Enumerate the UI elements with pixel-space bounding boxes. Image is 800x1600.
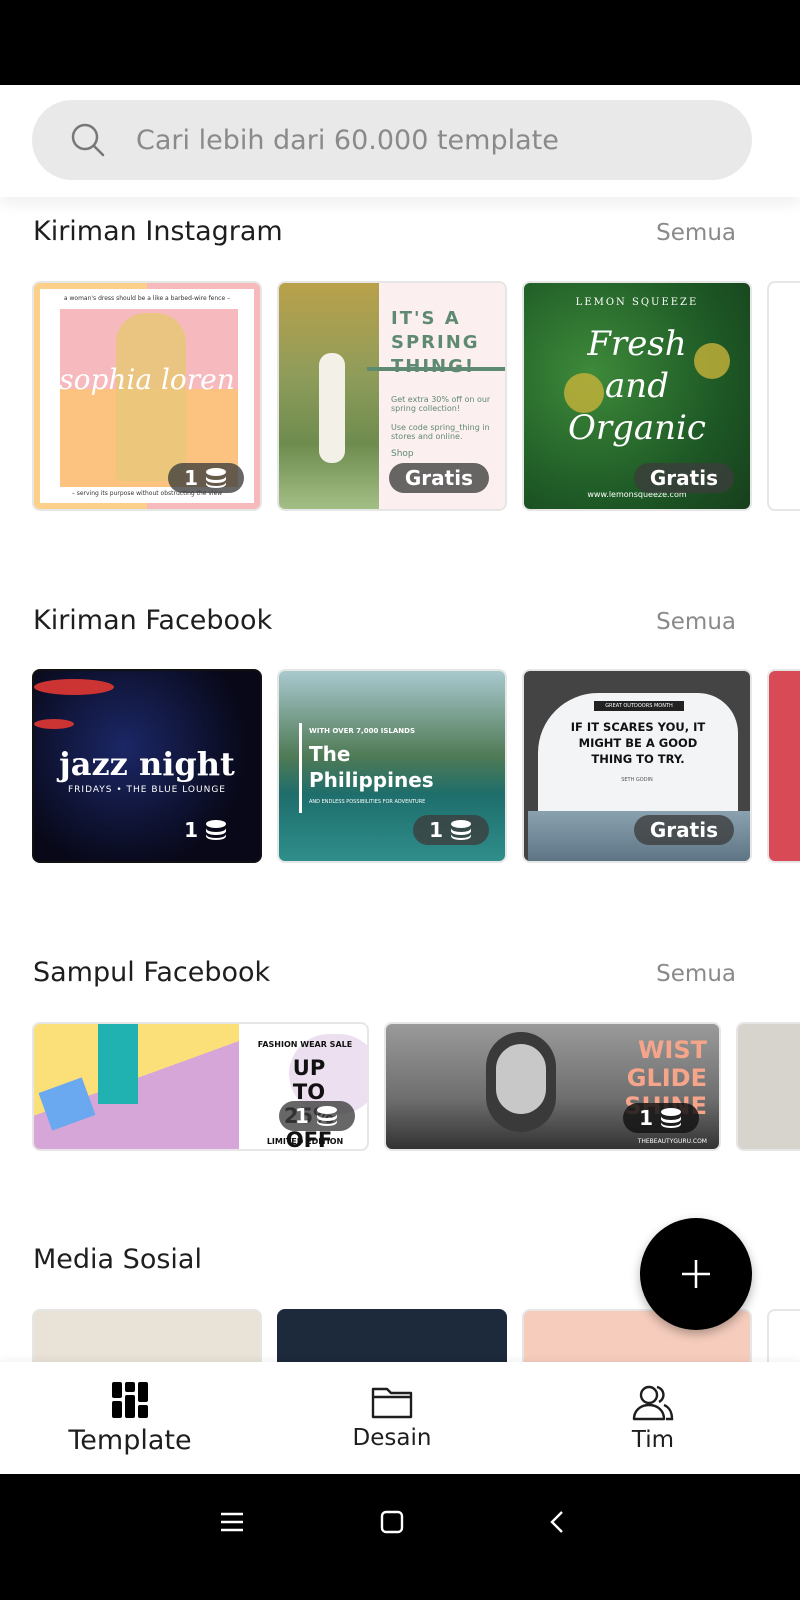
template-card[interactable]: GREAT OUTDOORS MONTH IF IT SCARES YOU, I… [522, 669, 752, 863]
template-card[interactable]: IT'S A SPRING THING! Get extra 30% off o… [277, 281, 507, 511]
card-text: sophia loren [59, 363, 235, 396]
header [0, 85, 800, 197]
section-title: Sampul Facebook [33, 957, 271, 988]
back-icon[interactable] [546, 1510, 570, 1534]
card-text: THEBEAUTYGURU.COM [637, 1138, 707, 1145]
team-icon [632, 1385, 674, 1421]
nav-label: Desain [352, 1425, 432, 1451]
coin-stack-icon [661, 1108, 681, 1128]
template-card[interactable]: LEMON SQUEEZE Fresh and Organic www.lemo… [522, 281, 752, 511]
card-text: The Philippines [309, 742, 434, 792]
nav-tim[interactable]: Tim [553, 1362, 753, 1474]
card-text: SETH GODIN [621, 777, 653, 783]
see-all-link[interactable]: Semua [656, 961, 736, 987]
card-text: Fresh and Organic [568, 324, 706, 448]
template-card[interactable] [736, 1022, 800, 1151]
nav-label: Template [68, 1424, 192, 1456]
card-text: LIMITED EDITION [266, 1137, 344, 1146]
card-text: IF IT SCARES YOU, IT MIGHT BE A GOOD THI… [570, 720, 706, 766]
coin-stack-icon [451, 820, 471, 840]
search-icon [71, 123, 105, 157]
card-text: LEMON SQUEEZE [575, 297, 699, 308]
template-card[interactable]: FASHION WEAR SALE UP TO 25% OFF LIMITED … [32, 1022, 369, 1151]
coin-stack-icon [206, 820, 226, 840]
create-design-button[interactable] [640, 1218, 752, 1330]
see-all-link[interactable]: Semua [656, 609, 736, 635]
template-card[interactable] [767, 281, 800, 511]
card-text: jazz night [59, 745, 235, 783]
credit-badge: 1 [623, 1103, 699, 1133]
card-text: FASHION WEAR SALE [257, 1040, 353, 1049]
menu-icon[interactable] [220, 1510, 244, 1534]
folder-icon [371, 1387, 413, 1419]
nav-desain[interactable]: Desain [292, 1362, 492, 1474]
coin-stack-icon [316, 1106, 337, 1126]
section-title: Kiriman Facebook [33, 605, 273, 636]
free-badge: Gratis [633, 815, 734, 845]
template-card[interactable]: WITH OVER 7,000 ISLANDS The Philippines … [277, 669, 507, 863]
credit-badge: 1 [413, 815, 489, 845]
nav-template[interactable]: Template [30, 1362, 230, 1474]
search-input[interactable] [136, 124, 696, 156]
card-text: AND ENDLESS POSSIBILITIES FOR ADVENTURE [309, 799, 426, 805]
template-card[interactable]: WIST GLIDE SHINE THEBEAUTYGURU.COM 1 [384, 1022, 721, 1151]
see-all-link[interactable]: Semua [656, 220, 736, 246]
credit-badge: 1 [168, 463, 244, 493]
template-grid-icon [112, 1381, 148, 1418]
card-text: Use code spring_thing in stores and onli… [391, 423, 490, 441]
system-nav-bar [0, 1474, 800, 1600]
plus-icon [682, 1260, 710, 1288]
free-badge: Gratis [388, 463, 489, 493]
card-text: Get extra 30% off on our spring collecti… [391, 395, 491, 413]
section-title: Kiriman Instagram [33, 216, 283, 247]
status-bar [0, 0, 800, 85]
template-card[interactable] [767, 669, 800, 863]
card-text: IT'S A SPRING THING! [391, 308, 480, 377]
template-card[interactable]: jazz night FRIDAYS • THE BLUE LOUNGE 1 [32, 669, 262, 863]
card-text: Shop [391, 449, 414, 459]
bottom-nav: Template Desain Tim [0, 1362, 800, 1474]
free-badge: Gratis [633, 463, 734, 493]
section-title: Media Sosial [33, 1244, 202, 1275]
credit-badge: 1 [168, 815, 244, 845]
search-bar[interactable] [32, 100, 752, 180]
credit-badge: 1 [279, 1101, 355, 1131]
card-text: WITH OVER 7,000 ISLANDS [309, 727, 415, 735]
card-text: GREAT OUTDOORS MONTH [594, 701, 684, 711]
template-card[interactable]: a woman's dress should be a like a barbe… [32, 281, 262, 511]
coin-stack-icon [206, 468, 226, 488]
home-icon[interactable] [380, 1510, 404, 1534]
nav-label: Tim [631, 1427, 675, 1453]
card-text: FRIDAYS • THE BLUE LOUNGE [67, 785, 226, 795]
card-text: a woman's dress should be a like a barbe… [63, 295, 231, 302]
